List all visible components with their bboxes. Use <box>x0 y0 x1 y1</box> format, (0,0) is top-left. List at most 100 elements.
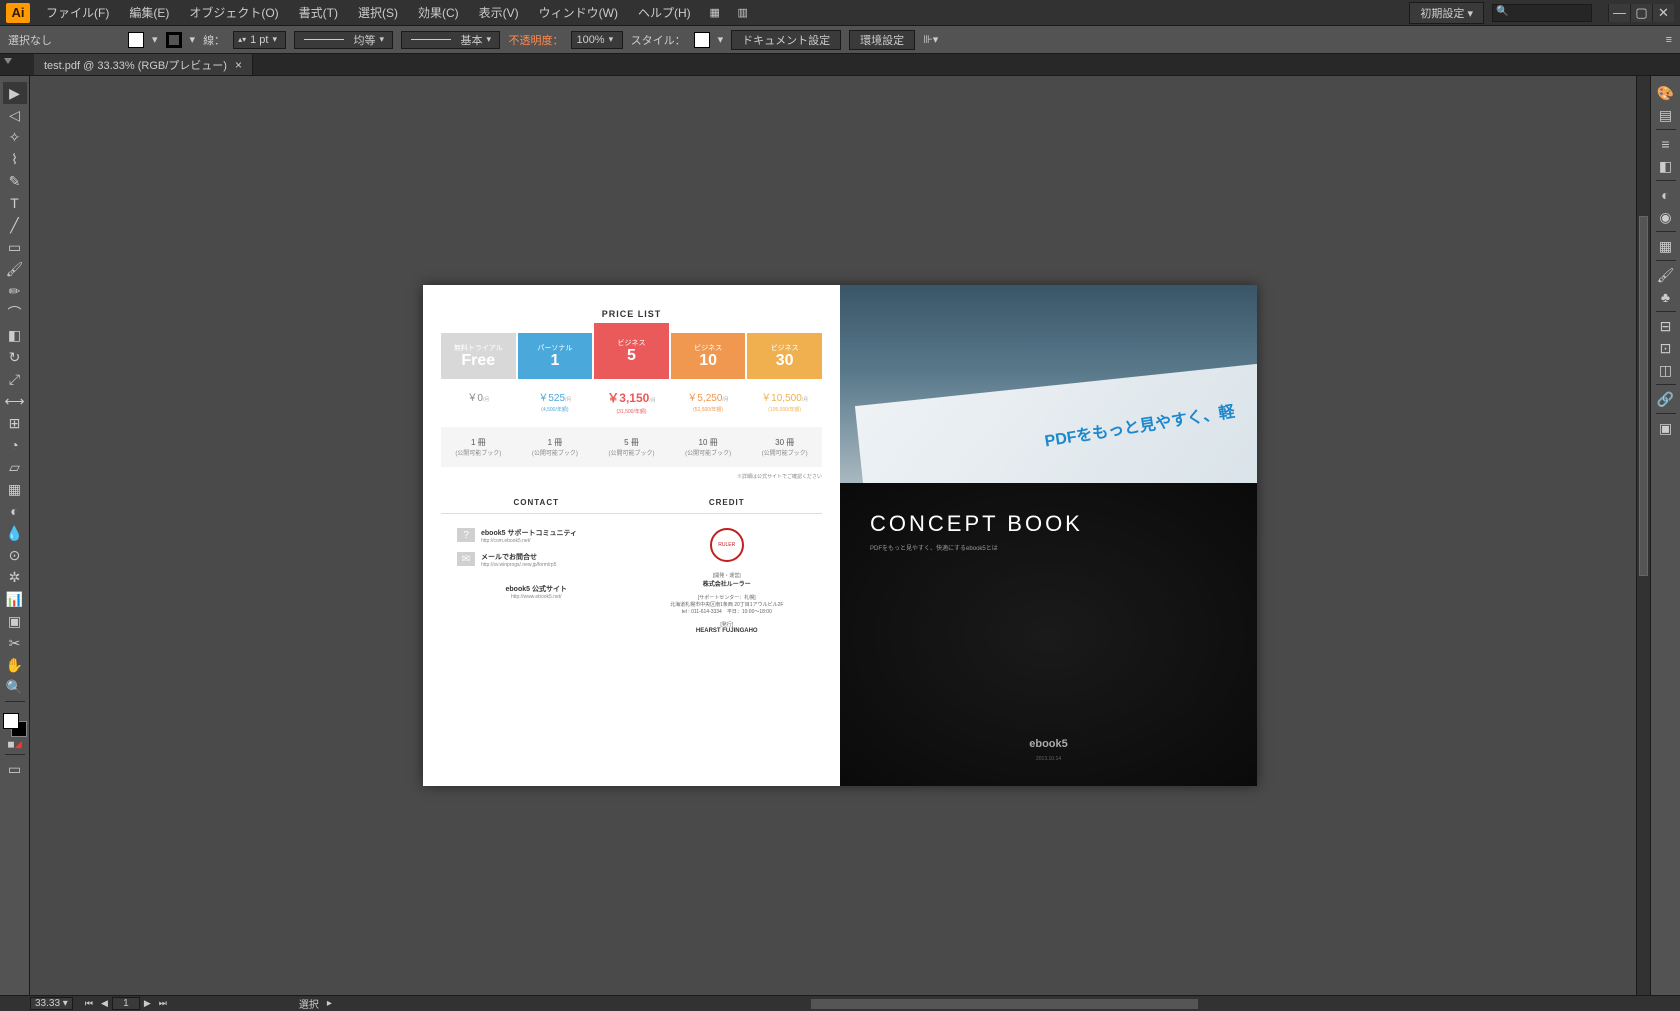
slice-tool[interactable]: ✂ <box>3 632 27 654</box>
zoom-value[interactable]: 33.33 ▾ <box>30 997 73 1010</box>
stroke-swatch[interactable]: ▾ <box>190 33 196 46</box>
close-button[interactable]: ✕ <box>1652 4 1674 22</box>
page-left: PRICE LIST 無料トライアルFree パーソナル1 ビジネス5 ビジネス… <box>423 285 840 786</box>
contact-title: CONTACT <box>441 498 632 514</box>
pathfinder-panel-icon[interactable]: ◫ <box>1654 359 1678 381</box>
control-bar: 選択なし ▾ ▾ 線： ▴▾1 pt▾ 均等▾ 基本▾ 不透明度： 100%▾ … <box>0 26 1680 54</box>
arrange-icon[interactable]: ▥ <box>735 7 751 19</box>
color-controls[interactable] <box>3 713 27 737</box>
hand-tool[interactable]: ✋ <box>3 654 27 676</box>
screen-mode-toggle[interactable]: ▭ <box>3 758 27 780</box>
width-tool[interactable]: ⟷ <box>3 390 27 412</box>
stroke-profile-dropdown[interactable]: 均等▾ <box>294 31 393 49</box>
credit-dev: [開発・運営]株式会社ルーラー <box>632 572 823 588</box>
vertical-scrollbar[interactable] <box>1636 76 1650 995</box>
rectangle-tool[interactable]: ▭ <box>3 236 27 258</box>
brush-dropdown[interactable]: 基本▾ <box>401 31 500 49</box>
pencil-tool[interactable]: ✏ <box>3 280 27 302</box>
selection-label: 選択なし <box>8 32 52 48</box>
perspective-tool[interactable]: ▱ <box>3 456 27 478</box>
price-value-1: ￥525/月(4,500/年額) <box>518 389 593 415</box>
menu-help[interactable]: ヘルプ(H) <box>634 2 695 23</box>
menu-edit[interactable]: 編集(E) <box>125 2 173 23</box>
panel-toggle-icon[interactable] <box>4 58 12 64</box>
menu-file[interactable]: ファイル(F) <box>42 2 113 23</box>
magic-wand-tool[interactable]: ✧ <box>3 126 27 148</box>
graph-tool[interactable]: 📊 <box>3 588 27 610</box>
color-mode-toggle[interactable]: ◼◢ <box>3 737 27 751</box>
style-swatch[interactable] <box>694 32 710 48</box>
price-list-title: PRICE LIST <box>441 309 822 319</box>
price-value-free: ￥0/月 <box>441 389 516 415</box>
credit-title: CREDIT <box>632 498 823 514</box>
blend-tool[interactable]: ⊙ <box>3 544 27 566</box>
paintbrush-tool[interactable]: 🖌 <box>3 258 27 280</box>
first-page-icon[interactable]: ⏮ <box>81 998 97 1009</box>
contact-column: CONTACT ? ebook5 サポートコミュニティhttp://com.eb… <box>441 498 632 640</box>
minimize-button[interactable]: — <box>1608 4 1630 22</box>
eraser-tool[interactable]: ◧ <box>3 324 27 346</box>
panel-menu-icon[interactable]: ≡ <box>1666 34 1672 46</box>
align-panel-icon[interactable]: ⊟ <box>1654 315 1678 337</box>
layout-icon[interactable]: ▦ <box>707 7 723 19</box>
preferences-button[interactable]: 環境設定 <box>849 30 915 50</box>
transparency-panel-icon[interactable]: ◐ <box>1654 184 1678 206</box>
menu-view[interactable]: 表示(V) <box>475 2 523 23</box>
close-tab-icon[interactable]: × <box>235 58 242 72</box>
workspace-selector[interactable]: 初期設定 ▾ <box>1409 2 1484 24</box>
selection-tool[interactable]: ▶ <box>3 82 27 104</box>
eyedropper-tool[interactable]: 💧 <box>3 522 27 544</box>
transform-panel-icon[interactable]: ⊡ <box>1654 337 1678 359</box>
canvas[interactable]: PRICE LIST 無料トライアルFree パーソナル1 ビジネス5 ビジネス… <box>30 76 1650 995</box>
align-icon[interactable]: ⊪▾ <box>923 33 938 46</box>
document-setup-button[interactable]: ドキュメント設定 <box>731 30 841 50</box>
swatches-panel-icon[interactable]: ▤ <box>1654 104 1678 126</box>
opacity-label: 不透明度： <box>508 32 563 48</box>
menu-object[interactable]: オブジェクト(O) <box>185 2 282 23</box>
menu-effect[interactable]: 効果(C) <box>414 2 463 23</box>
artboards-panel-icon[interactable]: ▣ <box>1654 417 1678 439</box>
type-tool[interactable]: T <box>3 192 27 214</box>
brushes-panel-icon[interactable]: 🖌 <box>1654 264 1678 286</box>
document-tab[interactable]: test.pdf @ 33.33% (RGB/プレビュー) × <box>34 54 253 75</box>
lasso-tool[interactable]: ⌇ <box>3 148 27 170</box>
appearance-panel-icon[interactable]: ◉ <box>1654 206 1678 228</box>
plan-1: パーソナル1 <box>518 333 593 379</box>
page-number-input[interactable] <box>112 997 140 1010</box>
pen-tool[interactable]: ✎ <box>3 170 27 192</box>
layers-panel-icon[interactable]: ▦ <box>1654 235 1678 257</box>
opacity-input[interactable]: 100%▾ <box>571 31 622 49</box>
blob-brush-tool[interactable]: ⌒ <box>3 302 27 324</box>
gradient-panel-icon[interactable]: ◧ <box>1654 155 1678 177</box>
menu-window[interactable]: ウィンドウ(W) <box>535 2 622 23</box>
document-tab-label: test.pdf @ 33.33% (RGB/プレビュー) <box>44 57 227 73</box>
maximize-button[interactable]: ▢ <box>1630 4 1652 22</box>
color-panel-icon[interactable]: 🎨 <box>1654 82 1678 104</box>
stroke-weight-input[interactable]: ▴▾1 pt▾ <box>233 31 286 49</box>
direct-selection-tool[interactable]: ◁ <box>3 104 27 126</box>
menu-select[interactable]: 選択(S) <box>354 2 402 23</box>
mesh-tool[interactable]: ▦ <box>3 478 27 500</box>
artboard-navigator[interactable]: ⏮ ◀ ▶ ⏭ <box>81 997 171 1010</box>
credit-publisher: [発行]HEARST FUJINGAHO <box>632 621 823 634</box>
symbol-sprayer-tool[interactable]: ✲ <box>3 566 27 588</box>
free-transform-tool[interactable]: ⊞ <box>3 412 27 434</box>
stroke-panel-icon[interactable]: ≡ <box>1654 133 1678 155</box>
symbols-panel-icon[interactable]: ♣ <box>1654 286 1678 308</box>
rotate-tool[interactable]: ↻ <box>3 346 27 368</box>
books-free: 1 冊(公開可能ブック) <box>441 437 516 457</box>
gradient-tool[interactable]: ◐ <box>3 500 27 522</box>
menu-type[interactable]: 書式(T) <box>295 2 342 23</box>
links-panel-icon[interactable]: 🔗 <box>1654 388 1678 410</box>
prev-page-icon[interactable]: ◀ <box>97 998 112 1009</box>
next-page-icon[interactable]: ▶ <box>140 998 155 1009</box>
zoom-tool[interactable]: 🔍 <box>3 676 27 698</box>
fill-swatch[interactable] <box>128 32 144 48</box>
horizontal-scrollbar[interactable] <box>360 998 1650 1010</box>
scale-tool[interactable]: ⤢ <box>3 368 27 390</box>
line-tool[interactable]: ╱ <box>3 214 27 236</box>
shape-builder-tool[interactable]: ◔ <box>3 434 27 456</box>
artboard-tool[interactable]: ▣ <box>3 610 27 632</box>
document-tab-bar: test.pdf @ 33.33% (RGB/プレビュー) × <box>0 54 1680 76</box>
last-page-icon[interactable]: ⏭ <box>155 998 171 1009</box>
